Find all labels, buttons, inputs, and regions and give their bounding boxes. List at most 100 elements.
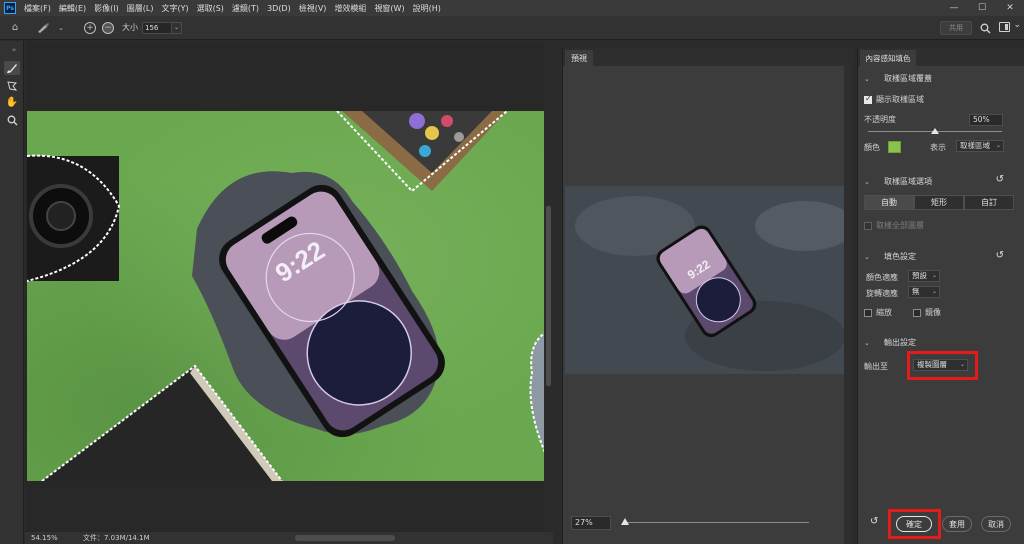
chevron-down-icon: ⌄	[931, 288, 937, 295]
scale-label: 縮放	[876, 308, 892, 317]
panel-collapse-icon[interactable]: »	[6, 43, 22, 57]
chevron-down-icon: ⌄	[995, 142, 1001, 149]
show-sampling-checkbox[interactable]	[864, 94, 872, 104]
cancel-button[interactable]: 取消	[981, 516, 1011, 532]
show-sampling-label: 顯示取樣區域	[876, 95, 924, 104]
chevron-down-icon: ⌄	[864, 338, 870, 347]
search-icon[interactable]	[978, 21, 992, 35]
size-dropdown-chevron-icon[interactable]: ⌄	[172, 21, 182, 34]
preview-zoom-slider[interactable]	[623, 522, 809, 523]
minus-circle-icon[interactable]: −	[102, 21, 114, 34]
tools-panel: » ✋	[0, 41, 24, 544]
size-input[interactable]: 156	[142, 21, 172, 34]
reset-icon[interactable]: ↺	[996, 250, 1004, 261]
rotation-adaptation-value: 無	[912, 287, 920, 296]
chevron-down-icon[interactable]: ⌄	[54, 21, 68, 35]
rotation-adaptation-dropdown[interactable]: 無 ⌄	[908, 286, 940, 298]
show-label: 表示	[930, 143, 946, 152]
show-dropdown-value: 取樣區域	[960, 141, 990, 150]
menu-view[interactable]: 檢視(V)	[295, 3, 331, 14]
preview-tab-bar: 預視	[563, 48, 853, 66]
canvas-horizontal-scroll-thumb[interactable]	[295, 535, 395, 541]
preview-artwork: 9:22	[565, 186, 845, 374]
menu-bar: Ps 檔案(F) 編輯(E) 影像(I) 圖層(L) 文字(Y) 選取(S) 濾…	[0, 0, 1024, 16]
menu-file[interactable]: 檔案(F)	[20, 3, 55, 14]
home-icon[interactable]: ⌂	[8, 21, 22, 35]
mirror-label: 鏡像	[925, 308, 941, 317]
options-bar: ⌂ ⌄ + − 大小 156 ⌄ 共用 ⌄	[0, 16, 1024, 40]
window-controls: — ☐ ✕	[940, 0, 1024, 16]
opacity-label: 不透明度	[864, 115, 896, 124]
canvas-vertical-scrollbar[interactable]	[544, 41, 553, 531]
menu-help[interactable]: 說明(H)	[409, 3, 445, 14]
output-to-label: 輸出至	[864, 362, 888, 371]
menu-3d[interactable]: 3D(D)	[263, 4, 295, 13]
workspace-icon[interactable]	[999, 22, 1010, 32]
brush-icon[interactable]	[4, 61, 20, 75]
reset-icon[interactable]: ↺	[996, 174, 1004, 185]
section-output-settings[interactable]: ⌄ 輸出設定	[864, 337, 916, 348]
close-button[interactable]: ✕	[996, 0, 1024, 16]
ok-highlight-box	[888, 509, 941, 539]
canvas-artwork: 9:22	[27, 111, 551, 481]
zoom-icon[interactable]	[4, 113, 20, 127]
opacity-slider-handle[interactable]	[931, 128, 939, 134]
mirror-checkbox[interactable]	[913, 309, 921, 317]
tab-content-aware-fill[interactable]: 內容感知填色	[860, 50, 916, 66]
preview-panel: 預視 9:22 27%	[562, 48, 853, 544]
size-label: 大小	[122, 23, 138, 32]
plus-circle-icon[interactable]: +	[84, 21, 96, 34]
photoshop-window: Ps 檔案(F) 編輯(E) 影像(I) 圖層(L) 文字(Y) 選取(S) 濾…	[0, 0, 1024, 544]
preview-image: 9:22	[565, 186, 845, 374]
sample-all-layers-checkbox[interactable]	[864, 222, 872, 230]
zoom-level[interactable]: 54.15%	[31, 534, 77, 542]
reset-icon[interactable]: ↺	[870, 516, 878, 527]
preview-zoom-slider-handle[interactable]	[621, 518, 629, 525]
color-adaptation-dropdown[interactable]: 預設 ⌄	[908, 270, 940, 282]
section-sampling-options[interactable]: ⌄ 取樣區域選項	[864, 176, 932, 187]
lasso-icon[interactable]	[4, 79, 20, 93]
scale-checkbox[interactable]	[864, 309, 872, 317]
preview-scrollbar[interactable]	[844, 66, 852, 544]
menu-image[interactable]: 影像(I)	[90, 3, 123, 14]
color-label: 顏色	[864, 143, 880, 152]
menu-window[interactable]: 視窗(W)	[370, 3, 408, 14]
lens-selection	[27, 154, 121, 282]
canvas-scroll-thumb[interactable]	[546, 206, 551, 386]
menu-layer[interactable]: 圖層(L)	[123, 3, 158, 14]
section-sampling-overlay[interactable]: ⌄ 取樣區域覆蓋	[864, 73, 932, 84]
preview-zoom-bar: 27%	[563, 510, 853, 534]
menu-select[interactable]: 選取(S)	[193, 3, 228, 14]
photoshop-logo: Ps	[4, 2, 16, 14]
share-button[interactable]: 共用	[940, 21, 972, 35]
section-fill-settings[interactable]: ⌄ 填色設定	[864, 251, 916, 262]
menu-filter[interactable]: 濾鏡(T)	[228, 3, 263, 14]
menu-type[interactable]: 文字(Y)	[157, 3, 192, 14]
output-highlight-box	[907, 351, 978, 380]
minimize-button[interactable]: —	[940, 0, 968, 16]
preview-zoom-input[interactable]: 27%	[571, 516, 611, 530]
canvas-area: 9:22 54.15% 文件：7.03M/14.1M	[25, 41, 553, 544]
apply-button[interactable]: 套用	[942, 516, 972, 532]
sample-all-layers-label: 取樣全部圖層	[876, 221, 924, 230]
opacity-input[interactable]: 50%	[969, 114, 1003, 126]
sampling-auto-button[interactable]: 自動	[864, 195, 914, 210]
tab-preview[interactable]: 預視	[565, 50, 593, 66]
brush-icon[interactable]	[36, 21, 50, 35]
maximize-button[interactable]: ☐	[968, 0, 996, 16]
rotation-adaptation-label: 旋轉適應	[866, 289, 898, 298]
document-info[interactable]: 文件：7.03M/14.1M	[83, 533, 150, 543]
menu-plugins[interactable]: 增效模組	[330, 3, 370, 14]
chevron-down-icon: ⌄	[864, 74, 870, 83]
document-canvas[interactable]: 9:22	[27, 111, 551, 481]
hand-icon[interactable]: ✋	[4, 95, 20, 109]
show-dropdown[interactable]: 取樣區域 ⌄	[956, 140, 1004, 152]
sampling-rectangle-button[interactable]: 矩形	[914, 195, 964, 210]
box-selection	[336, 111, 508, 193]
content-aware-fill-panel: 內容感知填色 ⌄ 取樣區域覆蓋 顯示取樣區域 不透明度 50% 顏色 表示 取樣…	[857, 48, 1024, 544]
menu-edit[interactable]: 編輯(E)	[55, 3, 90, 14]
canvas-status-bar: 54.15% 文件：7.03M/14.1M	[25, 532, 553, 544]
chevron-down-icon[interactable]: ⌄	[1013, 20, 1021, 30]
overlay-color-swatch[interactable]	[888, 141, 901, 153]
sampling-custom-button[interactable]: 自訂	[964, 195, 1014, 210]
